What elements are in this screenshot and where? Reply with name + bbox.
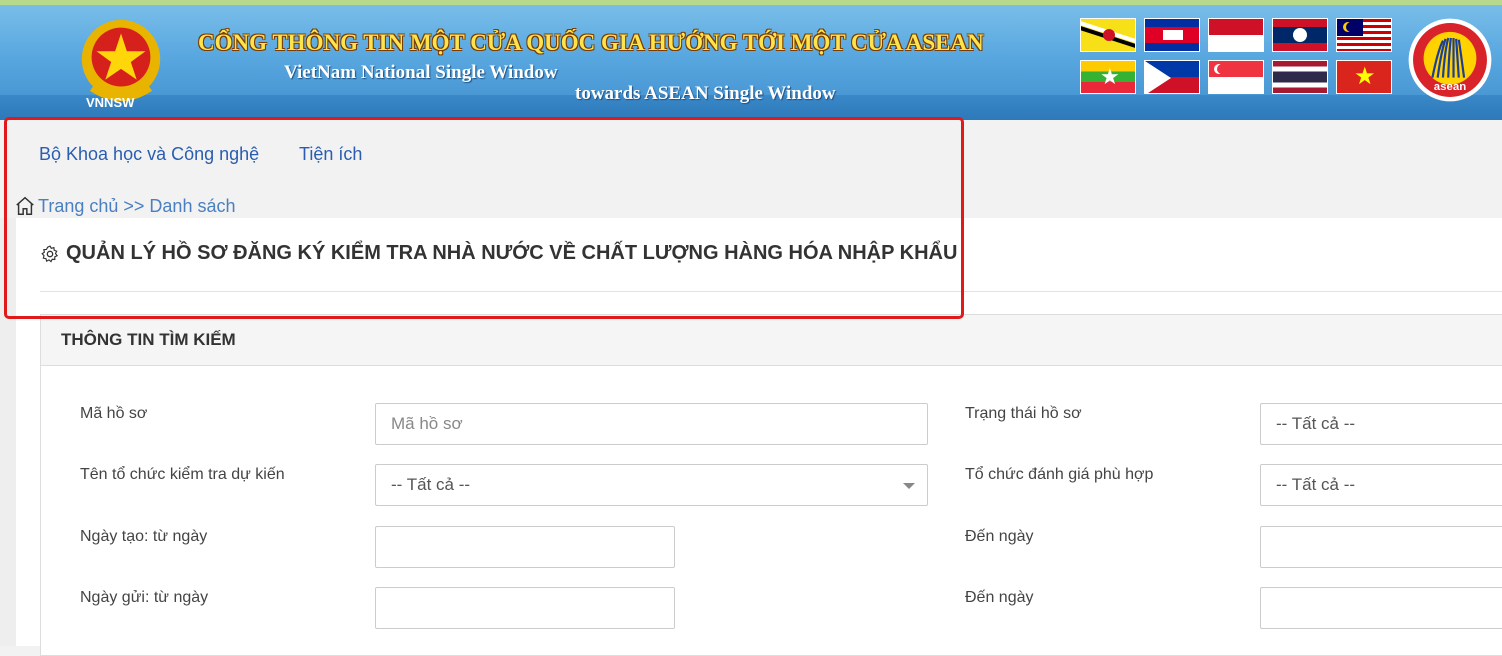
trang-thai-select[interactable]: -- Tất cả -- <box>1260 403 1502 445</box>
trang-thai-select-value: -- Tất cả -- <box>1276 414 1356 433</box>
portal-title: CỔNG THÔNG TIN MỘT CỬA QUỐC GIA HƯỚNG TỚ… <box>198 30 984 55</box>
singapore-flag-icon <box>1208 60 1264 94</box>
search-panel-header <box>41 315 1502 366</box>
to-chuc-danh-gia-label: Tổ chức đánh giá phù hợp <box>965 466 1154 483</box>
ngay-gui-tu-input[interactable] <box>375 587 675 629</box>
breadcrumb: Trang chủ >> Danh sách <box>14 194 235 218</box>
asean-flags: ★ ★ <box>1080 18 1392 96</box>
to-chuc-danh-gia-select-value: -- Tất cả -- <box>1276 475 1356 494</box>
ngay-tao-tu-input[interactable] <box>375 526 675 568</box>
to-chuc-kiem-tra-select-value: -- Tất cả -- <box>391 475 471 494</box>
malaysia-flag-icon <box>1336 18 1392 52</box>
ngay-tao-den-label: Đến ngày <box>965 528 1034 545</box>
laos-flag-icon <box>1272 18 1328 52</box>
to-chuc-kiem-tra-label: Tên tổ chức kiểm tra dự kiến <box>80 466 285 483</box>
cambodia-flag-icon <box>1144 18 1200 52</box>
header-banner: VNNSW CỔNG THÔNG TIN MỘT CỬA QUỐC GIA HƯ… <box>0 0 1502 120</box>
ngay-tao-den-input[interactable] <box>1260 526 1502 568</box>
to-chuc-danh-gia-select[interactable]: -- Tất cả -- <box>1260 464 1502 506</box>
search-panel-heading: THÔNG TIN TÌM KIẾM <box>61 330 236 349</box>
title-divider <box>40 291 1502 292</box>
ma-ho-so-label: Mã hồ sơ <box>80 405 148 422</box>
thailand-flag-icon <box>1272 60 1328 94</box>
banner-top-stripe <box>0 0 1502 5</box>
ma-ho-so-input[interactable] <box>375 403 928 445</box>
brunei-flag-icon <box>1080 18 1136 52</box>
portal-subtitle-2: towards ASEAN Single Window <box>575 83 836 104</box>
philippines-flag-icon <box>1144 60 1200 94</box>
vnnsw-label: VNNSW <box>86 95 135 110</box>
nav-item-utilities[interactable]: Tiện ích <box>299 144 362 165</box>
breadcrumb-current[interactable]: Danh sách <box>149 196 235 217</box>
nav-item-ministry[interactable]: Bộ Khoa học và Công nghệ <box>39 144 259 165</box>
ngay-gui-den-input[interactable] <box>1260 587 1502 629</box>
home-icon[interactable] <box>14 195 36 217</box>
breadcrumb-home-link[interactable]: Trang chủ <box>38 196 118 217</box>
portal-subtitle-1: VietNam National Single Window <box>284 62 558 83</box>
trang-thai-label: Trạng thái hồ sơ <box>965 405 1082 422</box>
chevron-down-icon[interactable] <box>903 483 915 489</box>
gear-icon <box>41 244 59 262</box>
ngay-tao-tu-label: Ngày tạo: từ ngày <box>80 528 208 545</box>
breadcrumb-separator: >> <box>123 195 145 216</box>
asean-logo-text: asean <box>1434 81 1466 93</box>
vietnam-flag-icon: ★ <box>1336 60 1392 94</box>
page-title: QUẢN LÝ HỒ SƠ ĐĂNG KÝ KIỂM TRA NHÀ NƯỚC … <box>40 242 957 265</box>
myanmar-flag-icon: ★ <box>1080 60 1136 94</box>
ngay-gui-tu-label: Ngày gửi: từ ngày <box>80 589 209 606</box>
to-chuc-kiem-tra-select[interactable]: -- Tất cả -- <box>375 464 928 506</box>
indonesia-flag-icon <box>1208 18 1264 52</box>
left-rail <box>0 218 16 646</box>
asean-logo-icon: asean <box>1408 18 1492 102</box>
ngay-gui-den-label: Đến ngày <box>965 589 1034 606</box>
page-title-text: QUẢN LÝ HỒ SƠ ĐĂNG KÝ KIỂM TRA NHÀ NƯỚC … <box>66 242 958 264</box>
